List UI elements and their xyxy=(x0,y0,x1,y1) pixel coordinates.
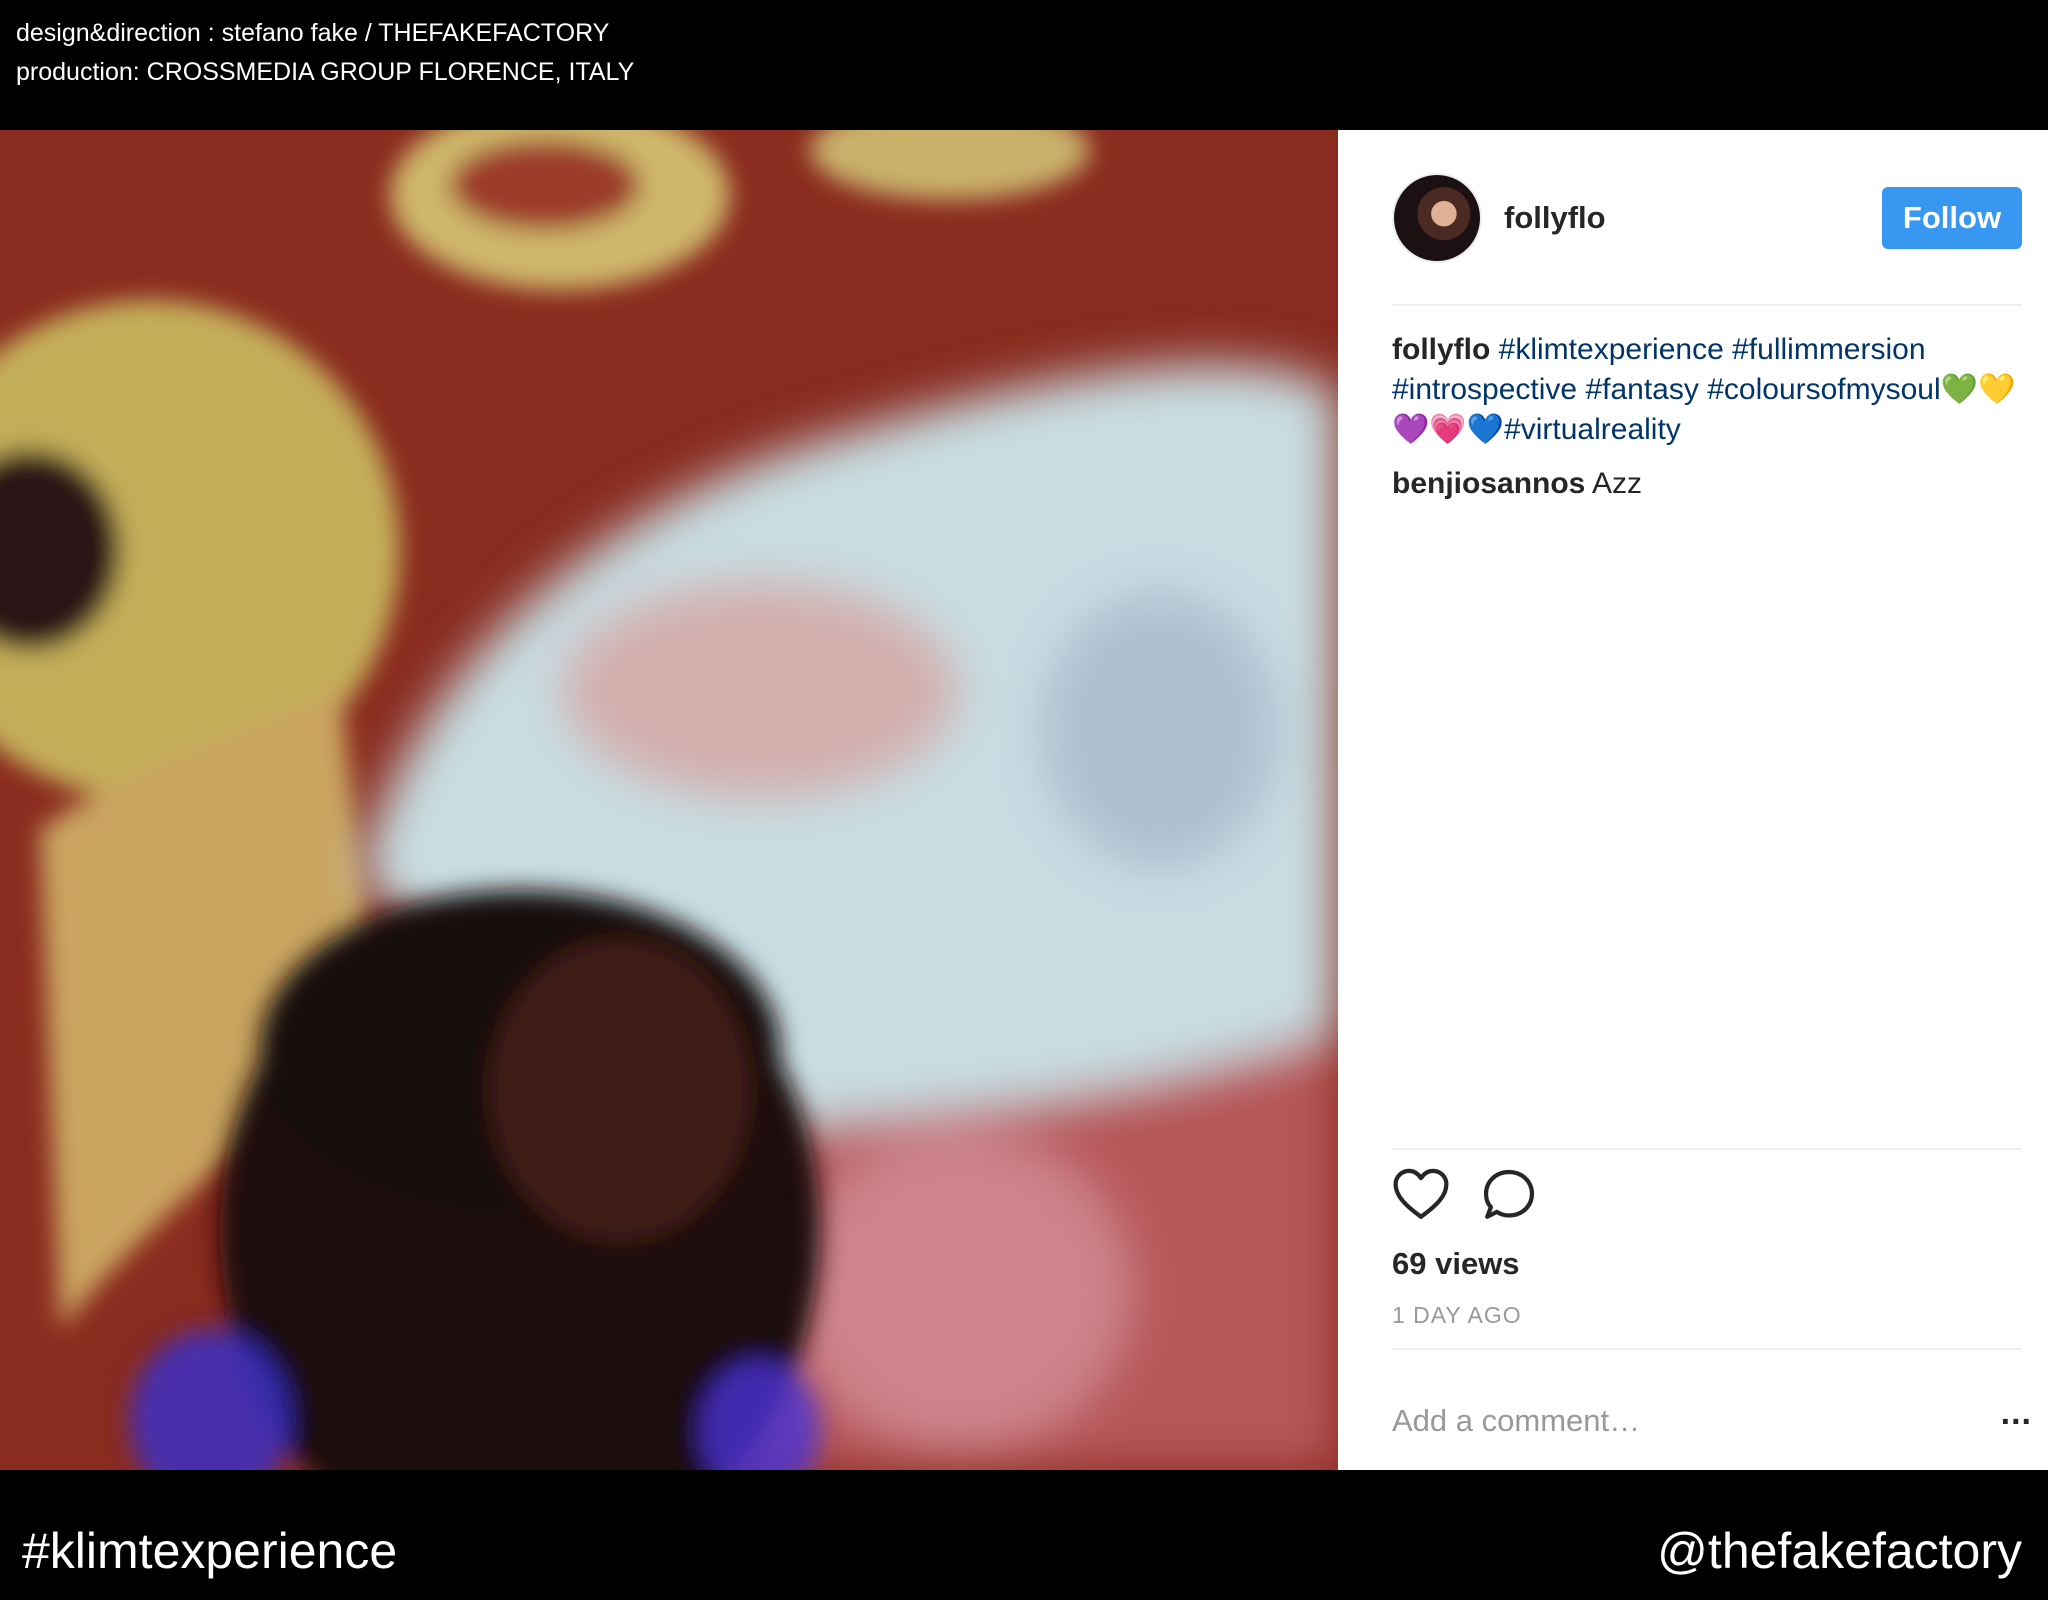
avatar[interactable] xyxy=(1392,173,1482,263)
heart-icon xyxy=(1393,1168,1449,1219)
hashtag-link[interactable]: #fullimmersion xyxy=(1732,333,1925,366)
comments-list: follyflo #klimtexperience #fullimmersion… xyxy=(1392,330,2032,518)
comment: benjiosannos Azz xyxy=(1392,464,2032,504)
add-comment-input[interactable] xyxy=(1392,1403,1952,1439)
header-divider xyxy=(1392,304,2022,306)
credits-direction: design&direction : stefano fake / THEFAK… xyxy=(16,19,610,47)
caption-username[interactable]: follyflo xyxy=(1392,333,1490,366)
post-video[interactable] xyxy=(0,130,1338,1470)
post-actions xyxy=(1392,1166,1538,1229)
post-timestamp[interactable]: 1 DAY AGO xyxy=(1392,1302,1522,1329)
add-comment-row: ... xyxy=(1392,1394,2032,1448)
hashtag-link[interactable]: #fantasy xyxy=(1585,373,1698,406)
hashtag-link[interactable]: #introspective xyxy=(1392,373,1577,406)
hashtag-link[interactable]: #coloursofmysoul xyxy=(1707,373,1940,406)
view-count[interactable]: 69 views xyxy=(1392,1246,1520,1282)
more-options-button[interactable]: ... xyxy=(2001,1394,2032,1433)
comment-username[interactable]: benjiosannos xyxy=(1392,467,1585,500)
instagram-post: follyflo Follow follyflo #klimtexperienc… xyxy=(0,130,2048,1470)
painting-projection-image xyxy=(0,130,1338,1470)
post-side-panel: follyflo Follow follyflo #klimtexperienc… xyxy=(1338,130,2048,1470)
hashtag-link[interactable]: #klimtexperience xyxy=(1499,333,1724,366)
footer-hashtag: #klimtexperience xyxy=(22,1523,398,1579)
comment-button[interactable] xyxy=(1480,1166,1538,1229)
post-username[interactable]: follyflo xyxy=(1504,200,1606,236)
actions-divider xyxy=(1392,1148,2022,1150)
credits: design&direction : stefano fake / THEFAK… xyxy=(16,14,634,92)
credits-production: production: CROSSMEDIA GROUP FLORENCE, I… xyxy=(16,58,635,86)
comment-divider xyxy=(1392,1348,2022,1350)
follow-button[interactable]: Follow xyxy=(1882,187,2022,249)
comment-text: Azz xyxy=(1592,467,1643,500)
like-button[interactable] xyxy=(1392,1166,1450,1229)
hashtag-link[interactable]: #virtualreality xyxy=(1504,413,1681,446)
caption-comment: follyflo #klimtexperience #fullimmersion… xyxy=(1392,330,2032,450)
comment-icon xyxy=(1483,1169,1535,1219)
footer-handle: @thefakefactory xyxy=(1657,1523,2022,1579)
post-header: follyflo Follow xyxy=(1392,170,2022,266)
